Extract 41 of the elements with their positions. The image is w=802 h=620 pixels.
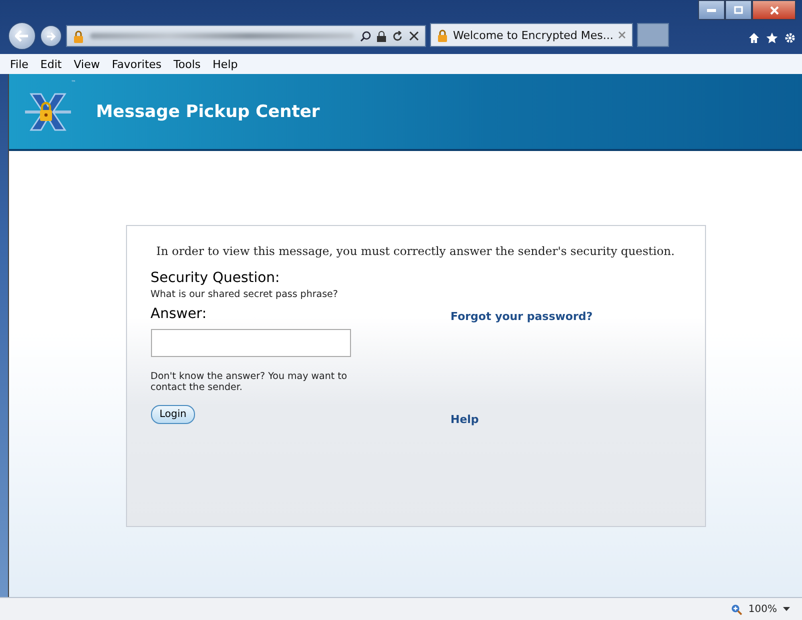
close-icon[interactable]	[409, 31, 419, 41]
menu-item[interactable]: Tools	[174, 58, 201, 70]
home-icon[interactable]	[748, 32, 760, 44]
instruction-text: In order to view this message, you must correctly answer the sender's security question.	[155, 244, 676, 258]
question-label: Security Question:	[150, 270, 281, 286]
zoom-level[interactable]: 100%	[748, 604, 777, 614]
login-button[interactable]: Login	[150, 405, 196, 424]
settings-icon[interactable]	[784, 32, 796, 44]
back-button[interactable]	[8, 22, 36, 50]
forward-button[interactable]	[40, 25, 62, 47]
answer-field[interactable]	[150, 329, 350, 357]
security-question: What is our shared secret pass phrase?	[150, 289, 339, 300]
minimize-button[interactable]	[698, 0, 725, 20]
browser-tab[interactable]: Welcome to Encrypted Mes...	[430, 23, 634, 47]
lock-icon	[73, 30, 84, 42]
menu-item[interactable]: Favorites	[112, 58, 162, 70]
menu-item[interactable]: File	[10, 58, 28, 70]
maximize-button[interactable]	[725, 0, 752, 20]
close-icon	[770, 6, 778, 14]
menu-item[interactable]: Help	[212, 58, 238, 70]
help-link[interactable]: Help	[450, 413, 593, 426]
hint-text: Don't know the answer? You may want to contact the sender.	[150, 371, 348, 393]
refresh-icon[interactable]	[392, 30, 403, 42]
menu-item[interactable]: View	[74, 58, 100, 70]
answer-label: Answer:	[150, 306, 208, 322]
minimize-icon	[707, 8, 716, 12]
address-field[interactable]	[66, 25, 426, 47]
help-link[interactable]: Forgot your password?	[450, 310, 593, 323]
lock-icon	[437, 28, 448, 42]
forward-arrow-icon	[46, 32, 56, 40]
back-arrow-icon	[15, 30, 29, 42]
logo-drawing	[23, 92, 73, 132]
maximize-icon	[734, 6, 743, 14]
star-icon[interactable]	[766, 32, 778, 44]
search-icon[interactable]	[360, 30, 371, 42]
zoom-icon[interactable]	[731, 604, 742, 614]
close-button[interactable]	[752, 0, 796, 20]
lock-icon[interactable]	[377, 30, 386, 42]
menu-item[interactable]: Edit	[40, 58, 62, 70]
page-title: Message Pickup Center	[96, 102, 320, 122]
dropdown-icon[interactable]	[783, 607, 790, 611]
